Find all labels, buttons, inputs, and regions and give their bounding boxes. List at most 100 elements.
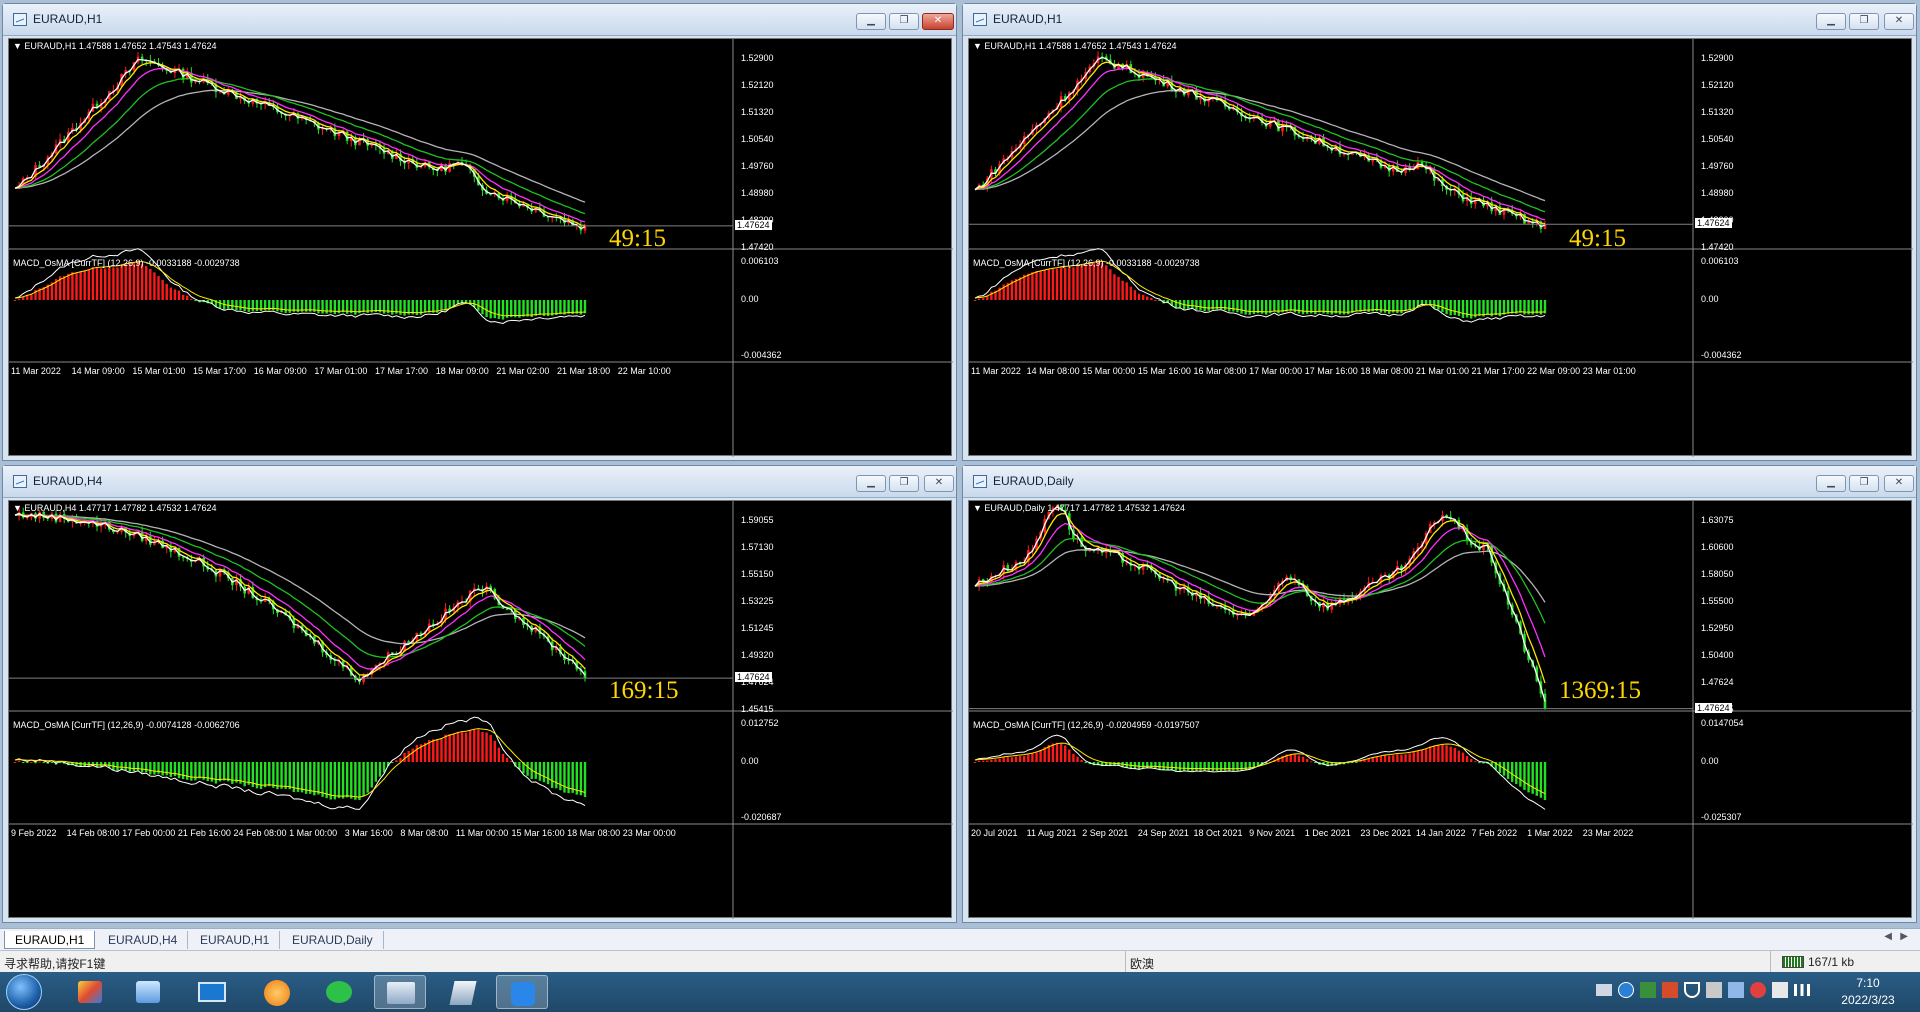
tab-euraud-h1-2[interactable]: EURAUD,H1 bbox=[190, 931, 281, 949]
macd-bar bbox=[1121, 280, 1124, 300]
taskbar-app-browser[interactable] bbox=[250, 975, 302, 1009]
maximize-button[interactable]: ❐ bbox=[1849, 475, 1879, 492]
minimize-button[interactable]: ▁ bbox=[1816, 475, 1846, 492]
taskbar-app-metatrader[interactable] bbox=[374, 975, 426, 1009]
shield-tray-icon[interactable] bbox=[1684, 982, 1700, 998]
sound-tray-icon[interactable] bbox=[1772, 982, 1788, 998]
macd-bar bbox=[1273, 300, 1276, 312]
maximize-button[interactable]: ❐ bbox=[889, 13, 919, 30]
macd-bar bbox=[1535, 762, 1538, 796]
macd-bar bbox=[317, 300, 320, 314]
macd-bar bbox=[538, 762, 542, 781]
time-axis-tick: 21 Mar 01:00 bbox=[1415, 366, 1469, 376]
taskbar-app-files[interactable] bbox=[436, 975, 488, 1009]
antivirus-tray-icon[interactable] bbox=[1662, 982, 1678, 998]
window-titlebar[interactable]: EURAUD,H1 ▁ ❐ ✕ bbox=[3, 4, 956, 36]
minimize-button[interactable]: ▁ bbox=[856, 13, 886, 30]
macd-bar bbox=[436, 739, 439, 762]
tab-euraud-daily[interactable]: EURAUD,Daily bbox=[282, 931, 384, 949]
maximize-button[interactable]: ❐ bbox=[1849, 13, 1879, 30]
macd-bar bbox=[1453, 747, 1456, 762]
macd-bar bbox=[395, 760, 398, 762]
moving-average-line bbox=[14, 67, 586, 223]
macd-bar bbox=[550, 300, 554, 316]
candle-body bbox=[390, 652, 394, 654]
chart-area[interactable]: ▼ EURAUD,H1 1.47588 1.47652 1.47543 1.47… bbox=[968, 38, 1913, 457]
chart-window-euraud-h4[interactable]: EURAUD,H4 ▁ ❐ ✕ ▼ EURAUD,H4 1.47717 1.47… bbox=[2, 465, 957, 923]
price-axis-tick: 1.52950 bbox=[1701, 623, 1734, 633]
time-axis-tick: 11 Mar 00:00 bbox=[455, 828, 509, 838]
maximize-button[interactable]: ❐ bbox=[889, 475, 919, 492]
tab-scroll-right-icon[interactable]: ▶ bbox=[1900, 931, 1908, 942]
taskbar-app-wechat[interactable] bbox=[312, 975, 364, 1009]
macd-bar bbox=[190, 299, 193, 301]
macd-bar bbox=[1076, 756, 1079, 762]
macd-bar bbox=[194, 300, 197, 301]
macd-bar bbox=[1018, 277, 1022, 300]
time-axis-tick: 17 Feb 00:00 bbox=[122, 828, 176, 838]
chart-window-euraud-daily[interactable]: EURAUD,Daily ▁ ❐ ✕ ▼ EURAUD,Daily 1.4771… bbox=[962, 465, 1917, 923]
window-titlebar[interactable]: EURAUD,H4 ▁ ❐ ✕ bbox=[3, 466, 956, 498]
macd-bar bbox=[1203, 762, 1206, 771]
alert-tray-icon[interactable] bbox=[1750, 982, 1766, 998]
macd-bar bbox=[1486, 300, 1489, 316]
window-titlebar[interactable]: EURAUD,H1 ▁ ❐ ✕ bbox=[963, 4, 1916, 36]
macd-bar bbox=[177, 290, 181, 300]
macd-bar bbox=[1150, 762, 1153, 769]
minimize-button[interactable]: ▁ bbox=[1816, 13, 1846, 30]
macd-bar bbox=[1047, 269, 1051, 300]
keyboard-tray-icon[interactable] bbox=[1596, 984, 1612, 996]
minimize-button[interactable]: ▁ bbox=[856, 475, 886, 492]
close-button[interactable]: ✕ bbox=[1884, 13, 1914, 30]
security-tray-icon[interactable] bbox=[1640, 982, 1656, 998]
macd-bar bbox=[95, 268, 99, 300]
macd-bar bbox=[1236, 762, 1239, 771]
macd-bar bbox=[1068, 267, 1071, 300]
taskbar-app-desktop[interactable] bbox=[186, 975, 238, 1009]
window-title: EURAUD,H1 bbox=[33, 12, 103, 26]
chart-area[interactable]: ▼ EURAUD,H4 1.47717 1.47782 1.47532 1.47… bbox=[8, 500, 953, 919]
display-tray-icon[interactable] bbox=[1728, 982, 1744, 998]
start-button[interactable] bbox=[6, 974, 42, 1010]
macd-bar bbox=[1035, 270, 1038, 300]
chart-area[interactable]: ▼ EURAUD,H1 1.47588 1.47652 1.47543 1.47… bbox=[8, 38, 953, 457]
macd-axis-tick: 0.00 bbox=[741, 756, 759, 766]
macd-bar bbox=[1010, 757, 1014, 762]
close-button[interactable]: ✕ bbox=[1884, 475, 1914, 492]
macd-bar bbox=[13, 300, 17, 301]
users-app-icon bbox=[136, 981, 160, 1003]
close-button[interactable]: ✕ bbox=[924, 475, 954, 492]
close-button[interactable]: ✕ bbox=[922, 13, 954, 30]
taskbar-app-paint[interactable] bbox=[64, 975, 116, 1009]
clock-date[interactable]: 2022/3/23 bbox=[1834, 993, 1902, 1007]
network-tray-icon[interactable] bbox=[1794, 984, 1810, 996]
macd-bar bbox=[1027, 273, 1030, 300]
macd-bar bbox=[1420, 750, 1424, 762]
chart-area[interactable]: ▼ EURAUD,Daily 1.47717 1.47782 1.47532 1… bbox=[968, 500, 1913, 919]
price-axis-tick: 1.55500 bbox=[1701, 596, 1734, 606]
taskbar-app-users[interactable] bbox=[122, 975, 174, 1009]
tab-euraud-h1[interactable]: EURAUD,H1 bbox=[4, 931, 96, 949]
macd-bar bbox=[1301, 300, 1305, 315]
taskbar-app-notes[interactable] bbox=[496, 975, 548, 1009]
tab-euraud-h4[interactable]: EURAUD,H4 bbox=[98, 931, 189, 949]
window-titlebar[interactable]: EURAUD,Daily ▁ ❐ ✕ bbox=[963, 466, 1916, 498]
window-title: EURAUD,Daily bbox=[993, 474, 1074, 488]
macd-bar bbox=[509, 761, 513, 763]
macd-bar bbox=[120, 264, 123, 300]
volume-tray-icon[interactable] bbox=[1706, 982, 1722, 998]
help-tray-icon[interactable] bbox=[1618, 982, 1634, 998]
macd-bar bbox=[161, 762, 164, 776]
time-axis-tick: 24 Feb 08:00 bbox=[233, 828, 287, 838]
time-axis-tick: 1 Dec 2021 bbox=[1304, 828, 1351, 838]
chart-window-euraud-h1-b[interactable]: EURAUD,H1 ▁ ❐ ✕ ▼ EURAUD,H1 1.47588 1.47… bbox=[962, 3, 1917, 461]
macd-bar bbox=[1543, 762, 1547, 800]
macd-bar bbox=[1059, 743, 1063, 762]
macd-bar bbox=[1498, 762, 1502, 773]
chart-window-euraud-h1-a[interactable]: EURAUD,H1 ▁ ❐ ✕ ▼ EURAUD,H1 1.47588 1.47… bbox=[2, 3, 957, 461]
macd-bar bbox=[1453, 300, 1456, 316]
macd-bar bbox=[218, 300, 222, 309]
tab-scroll-left-icon[interactable]: ◀ bbox=[1884, 931, 1892, 942]
clock-time[interactable]: 7:10 bbox=[1834, 976, 1902, 990]
macd-bar bbox=[1449, 300, 1452, 316]
